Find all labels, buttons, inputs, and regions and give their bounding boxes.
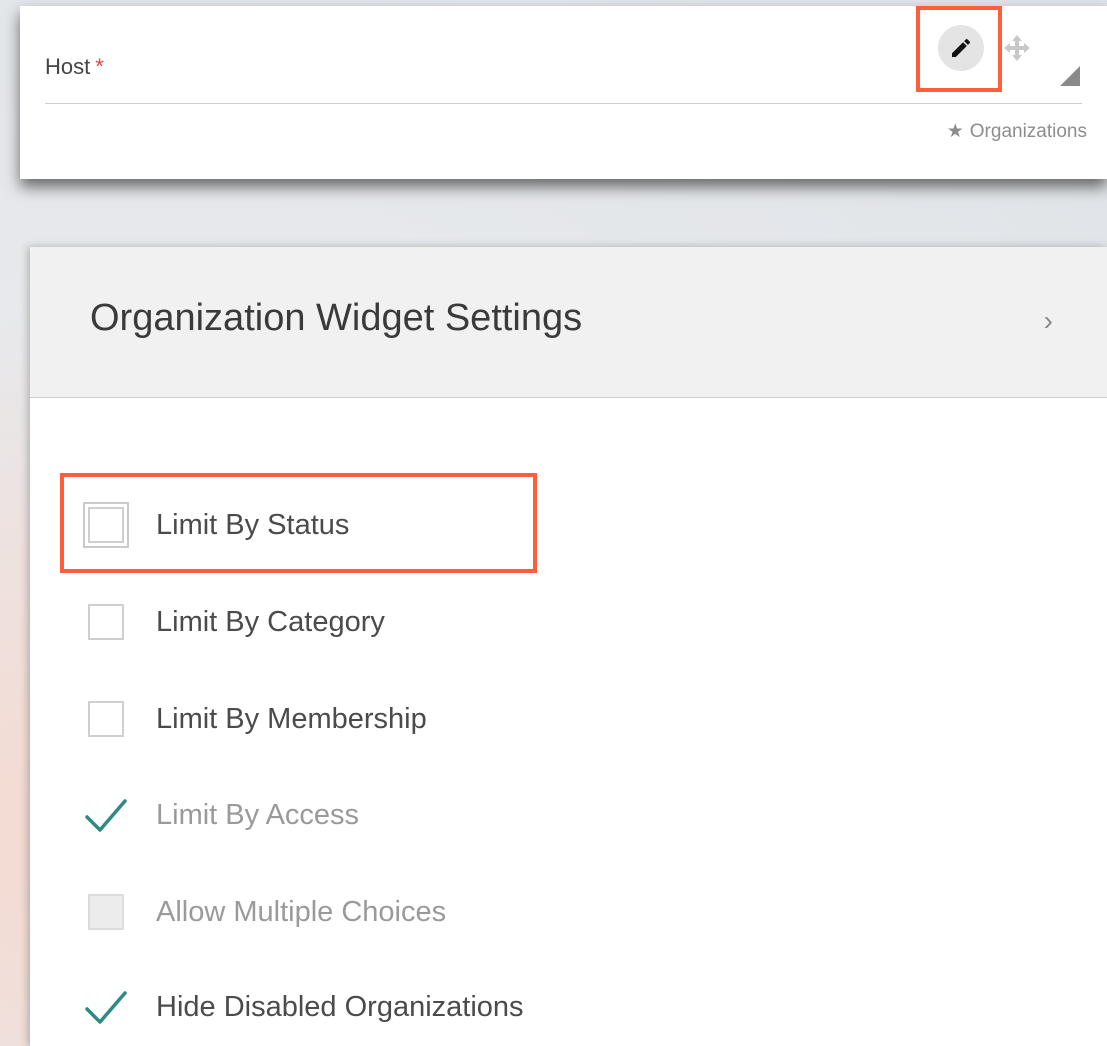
option-allow-multiple-choices: Allow Multiple Choices bbox=[88, 889, 446, 935]
option-label: Hide Disabled Organizations bbox=[156, 990, 524, 1023]
widget-settings-panel: Organization Widget Settings › Limit By … bbox=[30, 247, 1107, 1046]
option-label: Limit By Membership bbox=[156, 702, 427, 735]
checkmark-icon[interactable] bbox=[84, 985, 128, 1029]
pencil-icon bbox=[952, 38, 971, 57]
checkbox-limit-by-status[interactable] bbox=[88, 507, 124, 543]
settings-header: Organization Widget Settings › bbox=[30, 247, 1107, 398]
chevron-right-icon[interactable]: › bbox=[1044, 305, 1053, 337]
checkbox-allow-multiple-choices bbox=[88, 894, 124, 930]
star-icon: ★ bbox=[946, 121, 964, 142]
host-label-text: Host bbox=[45, 54, 91, 79]
source-tag: ★ Organizations bbox=[947, 120, 1087, 143]
option-label: Limit By Status bbox=[156, 508, 350, 541]
option-label: Allow Multiple Choices bbox=[156, 895, 447, 928]
settings-title: Organization Widget Settings bbox=[90, 297, 583, 339]
option-limit-by-status[interactable]: Limit By Status bbox=[88, 502, 349, 548]
source-tag-label: Organizations bbox=[969, 120, 1087, 142]
checkmark-icon[interactable] bbox=[84, 793, 128, 837]
option-hide-disabled-organizations[interactable]: Hide Disabled Organizations bbox=[85, 984, 524, 1030]
resize-corner-icon[interactable] bbox=[1060, 66, 1080, 86]
host-field-underline bbox=[45, 103, 1082, 104]
checkbox-limit-by-category[interactable] bbox=[88, 604, 124, 640]
option-limit-by-category[interactable]: Limit By Category bbox=[88, 599, 385, 645]
option-label: Limit By Access bbox=[156, 798, 360, 831]
checkbox-limit-by-membership[interactable] bbox=[88, 701, 124, 737]
host-field-card: Host * ★ Organizations bbox=[20, 6, 1107, 179]
required-marker: * bbox=[95, 54, 104, 79]
option-limit-by-membership[interactable]: Limit By Membership bbox=[88, 696, 427, 742]
move-arrows-icon[interactable] bbox=[1003, 34, 1031, 62]
edit-field-button[interactable] bbox=[938, 25, 984, 71]
option-limit-by-access[interactable]: Limit By Access bbox=[85, 792, 360, 838]
option-label: Limit By Category bbox=[156, 605, 385, 638]
host-field-label: Host * bbox=[45, 54, 104, 80]
